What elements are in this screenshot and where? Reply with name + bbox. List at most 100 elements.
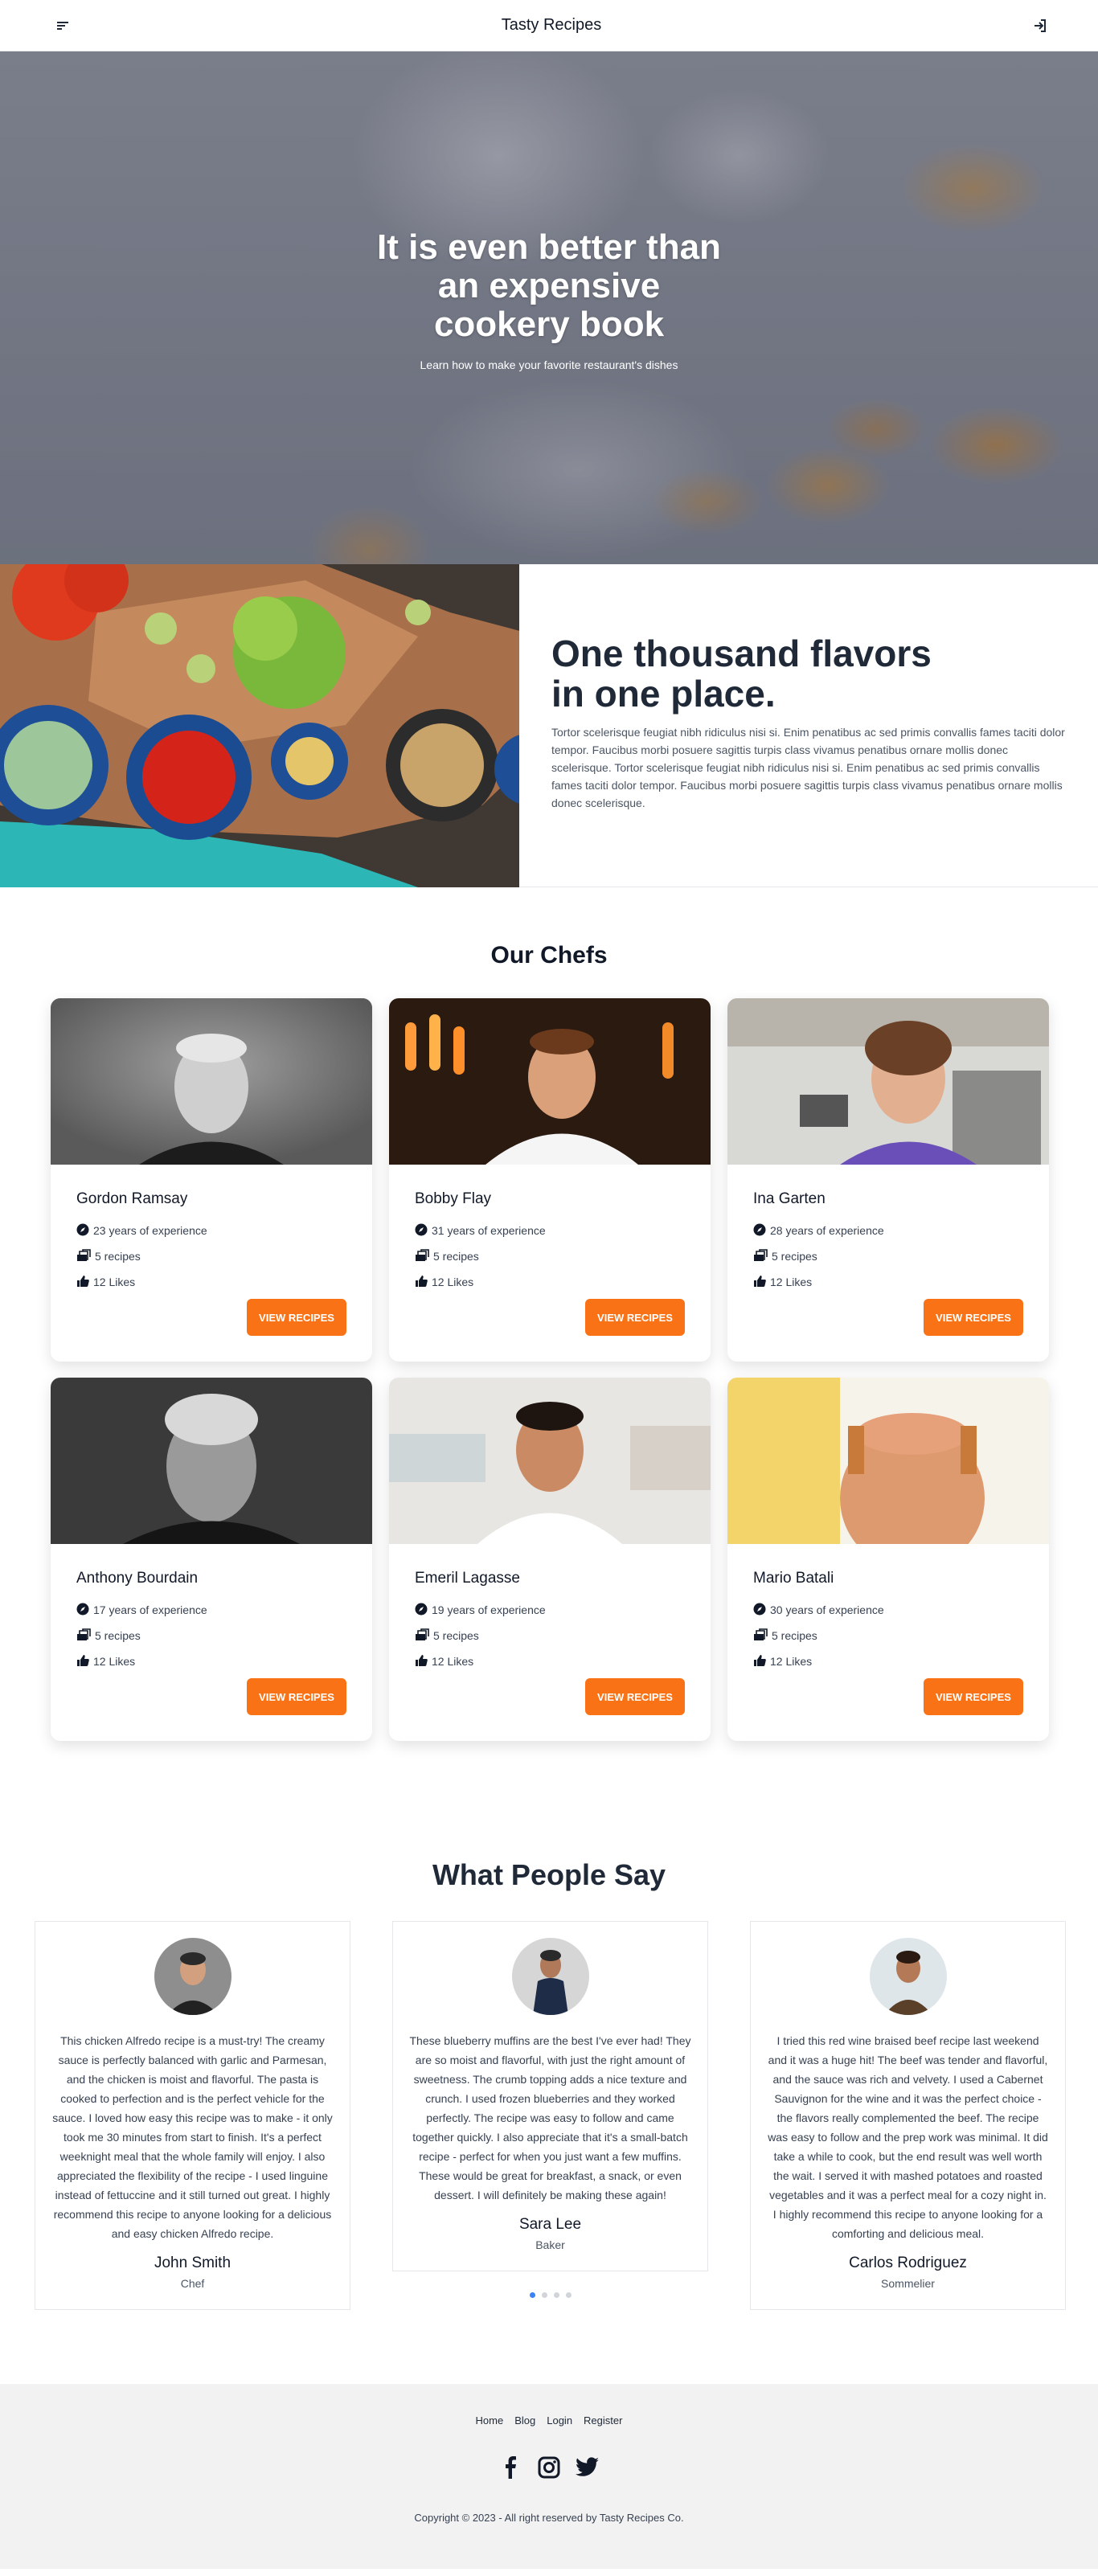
chef-name: Bobby Flay — [415, 1190, 492, 1207]
flavors-text: One thousand flavors in one place. Torto… — [519, 564, 1098, 887]
chef-info: Anthony Bourdain 17 years of experience 5 … — [51, 1544, 372, 1674]
instagram-icon[interactable] — [537, 2455, 561, 2480]
view-recipes-button[interactable]: VIEW RECIPES — [924, 1299, 1023, 1336]
chef-name: Emeril Lagasse — [415, 1570, 520, 1587]
chef-likes: 12 Likes — [753, 1269, 1023, 1295]
chef-recipes-text: 5 recipes — [433, 1629, 479, 1642]
chef-experience: 28 years of experience — [753, 1218, 1023, 1243]
testimonial-text: These blueberry muffins are the best I'v… — [409, 2034, 691, 2201]
view-recipes-button[interactable]: VIEW RECIPES — [924, 1678, 1023, 1715]
avatar — [869, 1938, 947, 2015]
chef-likes: 12 Likes — [753, 1648, 1023, 1674]
thumbs-up-icon — [753, 1654, 770, 1669]
hero-section: It is even better than an expensive cook… — [0, 51, 1098, 564]
testimonial-card: These blueberry muffins are the best I'v… — [392, 1921, 708, 2271]
site-title[interactable]: Tasty Recipes — [502, 16, 602, 35]
recipes-icon — [753, 1248, 772, 1264]
chef-photo — [389, 998, 711, 1165]
thumbs-up-icon — [753, 1275, 770, 1290]
footer-nav: Home Blog Login Register — [0, 2414, 1098, 2427]
chef-recipes-text: 5 recipes — [433, 1250, 479, 1263]
chef-name: Anthony Bourdain — [76, 1570, 199, 1587]
testimonial-name: John Smith — [154, 2255, 231, 2271]
avatar — [154, 1938, 231, 2015]
chef-recipes-text: 5 recipes — [772, 1250, 817, 1263]
chef-recipes: 5 recipes — [753, 1243, 1023, 1269]
carousel-dot[interactable] — [553, 2292, 559, 2298]
flavors-title: One thousand flavors in one place. — [551, 633, 932, 715]
chef-likes-text: 12 Likes — [93, 1655, 136, 1668]
footer-link-register[interactable]: Register — [584, 2414, 622, 2427]
testimonial-card: This chicken Alfredo recipe is a must-tr… — [35, 1921, 350, 2310]
testimonial-role: Chef — [180, 2277, 205, 2290]
thumbs-up-icon — [76, 1275, 93, 1290]
chef-experience: 23 years of experience — [76, 1218, 346, 1243]
chef-experience-text: 19 years of experience — [432, 1603, 546, 1616]
chef-recipes: 5 recipes — [76, 1243, 346, 1269]
chef-recipes-text: 5 recipes — [772, 1629, 817, 1642]
chef-likes-text: 12 Likes — [770, 1276, 813, 1288]
carousel-dot[interactable] — [565, 2292, 572, 2298]
chef-card: Anthony Bourdain 17 years of experience 5 … — [51, 1378, 372, 1741]
footer-link-login[interactable]: Login — [547, 2414, 572, 2427]
testimonial-text: This chicken Alfredo recipe is a must-tr… — [52, 2034, 333, 2240]
chef-experience-text: 23 years of experience — [93, 1224, 207, 1237]
chef-name: Mario Batali — [753, 1570, 834, 1587]
view-recipes-button[interactable]: VIEW RECIPES — [585, 1678, 685, 1715]
chef-grid: Gordon Ramsay 23 years of experience 5 rec… — [51, 998, 1098, 1741]
chef-info: Bobby Flay 31 years of experience 5 recipe… — [389, 1165, 711, 1295]
recipes-icon — [76, 1248, 95, 1264]
view-recipes-button[interactable]: VIEW RECIPES — [247, 1678, 346, 1715]
chef-likes: 12 Likes — [415, 1269, 685, 1295]
chef-recipes: 5 recipes — [753, 1623, 1023, 1648]
thumbs-up-icon — [76, 1654, 93, 1669]
flavors-body: Tortor scelerisque feugiat nibh ridiculu… — [551, 726, 1065, 809]
carousel-dot[interactable] — [529, 2292, 535, 2298]
footer-link-home[interactable]: Home — [476, 2414, 504, 2427]
chef-card: Emeril Lagasse 19 years of experience 5 re… — [389, 1378, 711, 1741]
copyright-text: Copyright © 2023 - All right reserved by… — [414, 2512, 684, 2524]
testimonial-column: These blueberry muffins are the best I'v… — [392, 1921, 708, 2298]
chef-recipes: 5 recipes — [415, 1623, 685, 1648]
chef-experience-text: 31 years of experience — [432, 1224, 546, 1237]
chef-info: Ina Garten 28 years of experience 5 recipe… — [727, 1165, 1049, 1295]
facebook-icon[interactable] — [498, 2455, 522, 2480]
chef-info: Emeril Lagasse 19 years of experience 5 re… — [389, 1544, 711, 1674]
flavors-section: One thousand flavors in one place. Torto… — [0, 564, 1098, 887]
compass-icon — [415, 1603, 432, 1618]
chef-likes-text: 12 Likes — [770, 1655, 813, 1668]
footer: Home Blog Login Register Copyright © 202… — [0, 2384, 1098, 2569]
chef-card: Ina Garten 28 years of experience 5 recipe… — [727, 998, 1049, 1362]
chef-experience: 31 years of experience — [415, 1218, 685, 1243]
chef-photo — [51, 998, 372, 1165]
footer-link-blog[interactable]: Blog — [514, 2414, 535, 2427]
chef-card: Bobby Flay 31 years of experience 5 recipe… — [389, 998, 711, 1362]
recipes-icon — [415, 1628, 433, 1644]
chef-likes-text: 12 Likes — [432, 1655, 474, 1668]
chef-name: Gordon Ramsay — [76, 1190, 188, 1207]
social-links — [0, 2455, 1098, 2480]
compass-icon — [415, 1223, 432, 1239]
menu-icon[interactable] — [51, 14, 74, 37]
thumbs-up-icon — [415, 1654, 432, 1669]
compass-icon — [753, 1223, 770, 1239]
chef-likes-text: 12 Likes — [432, 1276, 474, 1288]
twitter-icon[interactable] — [576, 2455, 600, 2480]
chefs-title: Our Chefs — [490, 942, 608, 969]
testimonial-card: I tried this red wine braised beef recip… — [750, 1921, 1066, 2310]
carousel-dot[interactable] — [541, 2292, 547, 2298]
view-recipes-button[interactable]: VIEW RECIPES — [585, 1299, 685, 1336]
chef-experience-text: 17 years of experience — [93, 1603, 207, 1616]
chef-experience-text: 30 years of experience — [770, 1603, 884, 1616]
chef-experience: 17 years of experience — [76, 1597, 346, 1623]
chef-photo — [727, 1378, 1049, 1544]
chef-info: Mario Batali 30 years of experience 5 reci… — [727, 1544, 1049, 1674]
sign-in-icon[interactable] — [1029, 14, 1051, 37]
view-recipes-button[interactable]: VIEW RECIPES — [247, 1299, 346, 1336]
hero-subtitle: Learn how to make your favorite restaura… — [420, 358, 678, 371]
chef-photo — [51, 1378, 372, 1544]
compass-icon — [753, 1603, 770, 1618]
top-navbar: Tasty Recipes — [0, 0, 1098, 51]
testimonial-column: This chicken Alfredo recipe is a must-tr… — [35, 1921, 350, 2310]
chef-card: Gordon Ramsay 23 years of experience 5 rec… — [51, 998, 372, 1362]
